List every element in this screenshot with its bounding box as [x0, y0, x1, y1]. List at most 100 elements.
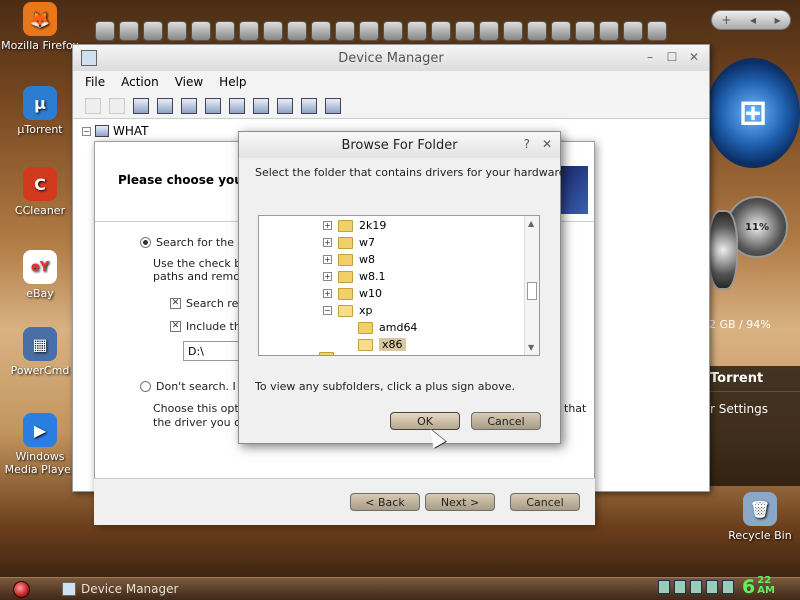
dialog-cancel-button[interactable]: Cancel [471, 412, 541, 430]
menu-action[interactable]: Action [121, 75, 159, 89]
uninstall-device-icon[interactable] [301, 97, 317, 114]
dock-icon-16[interactable] [455, 21, 475, 41]
minimize-icon[interactable]: – [641, 49, 659, 65]
dock-icon-23[interactable] [623, 21, 643, 41]
dock-icon-4[interactable] [167, 21, 187, 41]
dock-icon-11[interactable] [335, 21, 355, 41]
tray-icon-2[interactable] [674, 580, 686, 594]
scan-hardware-icon[interactable] [325, 97, 341, 114]
radio-dont-search[interactable] [140, 381, 151, 392]
dock-icon-14[interactable] [407, 21, 427, 41]
dock-icon-15[interactable] [431, 21, 451, 41]
desktop-icon-ccleaner[interactable]: C CCleaner [0, 167, 80, 217]
dock-icon-22[interactable] [599, 21, 619, 41]
tree-item-w7[interactable]: + w7 [323, 236, 375, 249]
next-button[interactable]: Next > [425, 493, 495, 511]
tree-item-x86[interactable]: x86 [358, 338, 406, 351]
desktop-icon-recycle-bin[interactable]: 🗑 Recycle Bin [720, 492, 800, 542]
tray-icon-1[interactable] [658, 580, 670, 594]
back-arrow-icon[interactable] [85, 97, 101, 114]
menu-file[interactable]: File [85, 75, 105, 89]
add-gadget-icon[interactable]: + [721, 13, 731, 27]
utorrent-settings-link[interactable]: r Settings [706, 392, 800, 426]
tree-item-2k19[interactable]: + 2k19 [323, 219, 386, 232]
checkbox-box[interactable]: ✕ [170, 298, 181, 309]
option-dont-search[interactable]: Don't search. I wi [140, 380, 251, 393]
next-icon[interactable]: ▸ [775, 13, 781, 27]
properties-icon[interactable] [157, 97, 173, 114]
start-button[interactable] [13, 581, 30, 598]
tree-item-xp[interactable]: − xp [323, 304, 373, 317]
dock-icon-12[interactable] [359, 21, 379, 41]
tray-icon-3[interactable] [690, 580, 702, 594]
dock-icon-10[interactable] [311, 21, 331, 41]
scroll-thumb[interactable] [527, 282, 537, 300]
radio-search[interactable] [140, 237, 151, 248]
device-manager-titlebar[interactable]: Device Manager – ☐ ✕ [73, 45, 709, 71]
location-path-field[interactable]: D:\ [183, 341, 243, 361]
tray-icon-4[interactable] [706, 580, 718, 594]
dock-icon-8[interactable] [263, 21, 283, 41]
tree-item-w10[interactable]: + w10 [323, 287, 382, 300]
media-player-icon: ▶ [23, 413, 57, 447]
desktop-icon-ebay[interactable]: eY eBay [0, 250, 80, 300]
show-hide-tree-icon[interactable] [133, 97, 149, 114]
tree-item-w8[interactable]: + w8 [323, 253, 375, 266]
device-tree-root[interactable]: − WHAT [82, 124, 149, 138]
update-driver-icon[interactable] [253, 97, 269, 114]
dock-icon-6[interactable] [215, 21, 235, 41]
disable-device-icon[interactable] [277, 97, 293, 114]
dialog-titlebar[interactable]: Browse For Folder ? ✕ [239, 132, 560, 158]
desktop-icon-firefox[interactable]: 🦊 Mozilla Firefox [0, 2, 80, 52]
dock-icon-21[interactable] [575, 21, 595, 41]
dock-icon-3[interactable] [143, 21, 163, 41]
option-search[interactable]: Search for the be [140, 236, 251, 249]
dock-icon-24[interactable] [647, 21, 667, 41]
collapse-icon[interactable]: − [82, 126, 91, 136]
expand-icon[interactable]: + [323, 238, 332, 247]
folder-tree[interactable]: + 2k19 + w7 + w8 + w8.1 + w10 − xp amd64… [258, 215, 540, 356]
dock-icon-17[interactable] [479, 21, 499, 41]
menu-view[interactable]: View [175, 75, 203, 89]
help-icon[interactable] [205, 97, 221, 114]
dock-icon-19[interactable] [527, 21, 547, 41]
tree-item-amd64[interactable]: amd64 [358, 321, 417, 334]
maximize-icon[interactable]: ☐ [663, 49, 681, 65]
expand-icon[interactable]: + [323, 255, 332, 264]
dock-icon-13[interactable] [383, 21, 403, 41]
expand-icon[interactable]: + [323, 272, 332, 281]
dock-icon-20[interactable] [551, 21, 571, 41]
taskbar-clock[interactable]: 6 22 AM [742, 576, 775, 599]
taskbar-item-device-manager[interactable]: Device Manager [62, 580, 252, 598]
forward-arrow-icon[interactable] [109, 97, 125, 114]
prev-icon[interactable]: ◂ [750, 13, 756, 27]
sidebar-control-buttons[interactable]: + ◂ ▸ [711, 10, 791, 30]
desktop-icon-utorrent[interactable]: µ µTorrent [0, 86, 80, 136]
dock-icon-5[interactable] [191, 21, 211, 41]
help-icon[interactable]: ? [524, 137, 530, 151]
dock-icon-18[interactable] [503, 21, 523, 41]
wizard-cancel-button[interactable]: Cancel [510, 493, 580, 511]
folder-tree-scrollbar[interactable]: ▲ ▼ [524, 216, 539, 355]
close-icon[interactable]: ✕ [542, 137, 552, 151]
scroll-up-icon[interactable]: ▲ [528, 219, 534, 228]
collapse-icon[interactable]: − [323, 306, 332, 315]
dock-icon-9[interactable] [287, 21, 307, 41]
ok-button[interactable]: OK [390, 412, 460, 430]
tray-icon-5[interactable] [722, 580, 734, 594]
desktop-icon-media-player[interactable]: ▶ Windows Media Player [0, 413, 80, 476]
scroll-down-icon[interactable]: ▼ [528, 343, 534, 352]
dock-icon-1[interactable] [95, 21, 115, 41]
desktop-icon-powercmd[interactable]: ▦ PowerCmd [0, 327, 80, 377]
close-icon[interactable]: ✕ [685, 49, 703, 65]
tree-item-w8-1[interactable]: + w8.1 [323, 270, 386, 283]
expand-icon[interactable]: + [323, 221, 332, 230]
menu-help[interactable]: Help [219, 75, 246, 89]
print-icon[interactable] [181, 97, 197, 114]
dock-icon-7[interactable] [239, 21, 259, 41]
expand-icon[interactable]: + [323, 289, 332, 298]
back-button[interactable]: < Back [350, 493, 420, 511]
action-pane-icon[interactable] [229, 97, 245, 114]
dock-icon-2[interactable] [119, 21, 139, 41]
checkbox-box[interactable]: ✕ [170, 321, 181, 332]
